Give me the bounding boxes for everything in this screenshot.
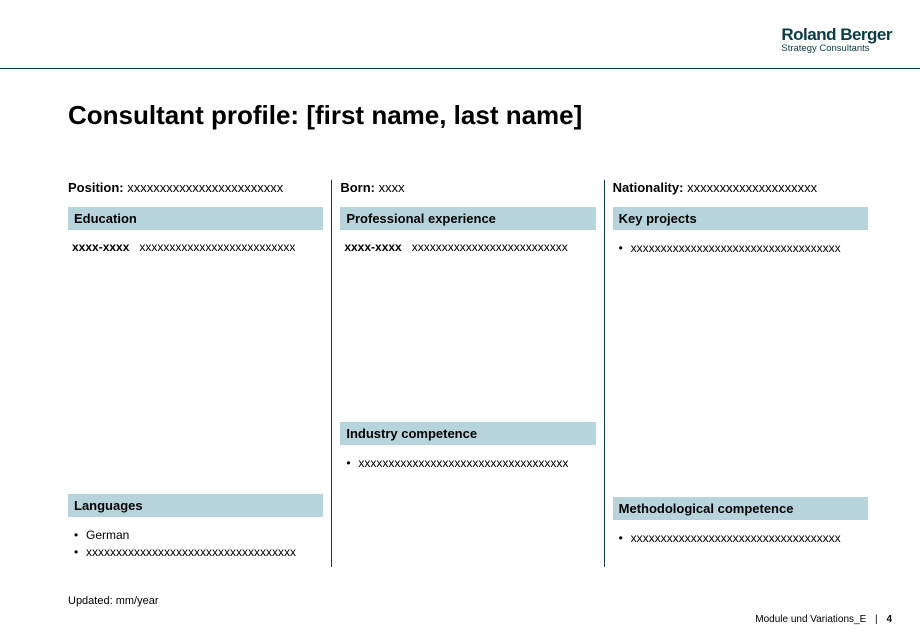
column-middle: Born: xxxx Professional experience xxxx-… — [332, 180, 603, 567]
page-footer: Module und Variations_E | 4 — [755, 614, 892, 625]
languages-heading: Languages — [68, 494, 323, 517]
professional-text: xxxxxxxxxxxxxxxxxxxxxxxxxx — [412, 240, 568, 254]
born-value: xxxx — [379, 180, 405, 195]
industry-heading: Industry competence — [340, 422, 595, 445]
education-year: xxxx-xxxx — [72, 240, 129, 254]
logo-main-text: Roland Berger — [781, 26, 892, 43]
footer-module: Module und Variations_E — [755, 614, 866, 625]
methodological-body: xxxxxxxxxxxxxxxxxxxxxxxxxxxxxxxxxxx — [613, 520, 868, 553]
keyproject-item: xxxxxxxxxxxxxxxxxxxxxxxxxxxxxxxxxxx — [619, 240, 864, 257]
industry-item: xxxxxxxxxxxxxxxxxxxxxxxxxxxxxxxxxxx — [346, 455, 591, 472]
nationality-row: Nationality: xxxxxxxxxxxxxxxxxxxx — [613, 180, 868, 203]
position-row: Position: xxxxxxxxxxxxxxxxxxxxxxxx — [68, 180, 323, 203]
education-body: xxxx-xxxx xxxxxxxxxxxxxxxxxxxxxxxxxx — [68, 230, 323, 260]
nationality-value: xxxxxxxxxxxxxxxxxxxx — [687, 180, 817, 195]
language-item: German — [74, 527, 319, 544]
position-value: xxxxxxxxxxxxxxxxxxxxxxxx — [127, 180, 283, 195]
born-label: Born: — [340, 180, 375, 195]
professional-body: xxxx-xxxx xxxxxxxxxxxxxxxxxxxxxxxxxx — [340, 230, 595, 260]
education-heading: Education — [68, 207, 323, 230]
nationality-label: Nationality: — [613, 180, 684, 195]
industry-body: xxxxxxxxxxxxxxxxxxxxxxxxxxxxxxxxxxx — [340, 445, 595, 478]
methodological-item: xxxxxxxxxxxxxxxxxxxxxxxxxxxxxxxxxxx — [619, 530, 864, 547]
born-row: Born: xxxx — [340, 180, 595, 203]
logo-sub-text: Strategy Consultants — [781, 44, 892, 54]
header-rule — [0, 68, 920, 69]
footer-separator: | — [875, 614, 878, 625]
education-text: xxxxxxxxxxxxxxxxxxxxxxxxxx — [139, 240, 295, 254]
languages-body: German xxxxxxxxxxxxxxxxxxxxxxxxxxxxxxxxx… — [68, 517, 323, 567]
professional-heading: Professional experience — [340, 207, 595, 230]
brand-logo: Roland Berger Strategy Consultants — [781, 26, 892, 54]
position-label: Position: — [68, 180, 124, 195]
page-title: Consultant profile: [first name, last na… — [68, 100, 582, 131]
keyprojects-body: xxxxxxxxxxxxxxxxxxxxxxxxxxxxxxxxxxx — [613, 230, 868, 263]
professional-year: xxxx-xxxx — [344, 240, 401, 254]
keyprojects-heading: Key projects — [613, 207, 868, 230]
methodological-heading: Methodological competence — [613, 497, 868, 520]
column-right: Nationality: xxxxxxxxxxxxxxxxxxxx Key pr… — [605, 180, 868, 567]
language-item: xxxxxxxxxxxxxxxxxxxxxxxxxxxxxxxxxxx — [74, 544, 319, 561]
updated-text: Updated: mm/year — [68, 595, 158, 607]
footer-page-number: 4 — [886, 614, 892, 625]
profile-content: Position: xxxxxxxxxxxxxxxxxxxxxxxx Educa… — [68, 180, 868, 567]
column-left: Position: xxxxxxxxxxxxxxxxxxxxxxxx Educa… — [68, 180, 331, 567]
